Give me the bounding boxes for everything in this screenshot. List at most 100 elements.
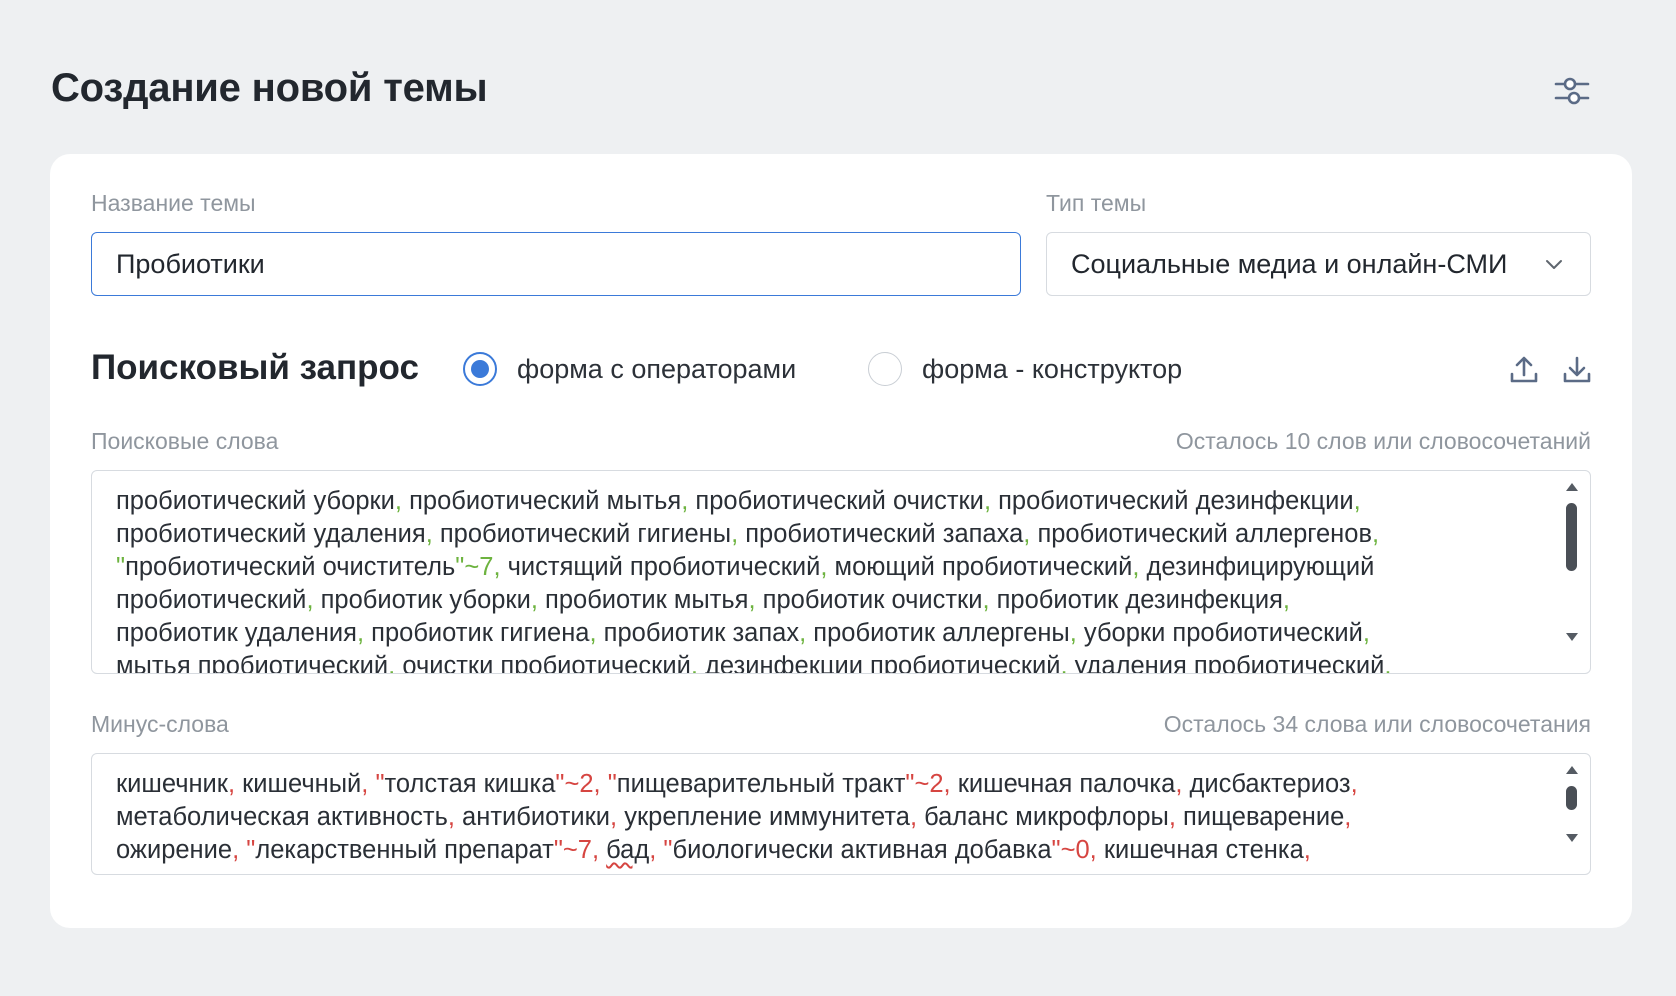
operator-token: , xyxy=(690,652,698,674)
operator-token: , xyxy=(227,770,236,798)
text-line: ожирение, "лекарственный препарат"~7, ба… xyxy=(116,834,1534,867)
word-token: кишечная палочка xyxy=(950,770,1176,798)
word-token: пробиотический гигиены xyxy=(432,520,732,548)
operator-token: , xyxy=(394,487,403,515)
search-words-label: Поисковые слова xyxy=(91,428,279,454)
search-words-scrollbar[interactable] xyxy=(1554,471,1590,673)
word-token: ожирение xyxy=(116,836,233,864)
text-line: "пробиотический очиститель"~7, чистящий … xyxy=(116,551,1534,584)
operator-token: , xyxy=(447,803,455,831)
word-token: пробиотик удаления xyxy=(116,619,357,647)
word-token: баланс микрофлоры xyxy=(917,803,1169,831)
word-token: пробиотический мытья xyxy=(402,487,682,515)
operator-token: , xyxy=(1344,803,1352,831)
operator-token: "~2 xyxy=(555,770,594,798)
scroll-up-icon[interactable] xyxy=(1566,766,1578,774)
topic-type-label: Тип темы xyxy=(1046,190,1147,216)
scroll-thumb[interactable] xyxy=(1566,503,1577,571)
word-token: кишечная стенка xyxy=(1096,836,1304,864)
word-token: пробиотик мытья xyxy=(537,586,749,614)
minus-words-textarea[interactable]: кишечник, кишечный, "толстая кишка"~2, "… xyxy=(91,753,1591,875)
operator-token: , xyxy=(1060,652,1068,674)
scroll-down-icon[interactable] xyxy=(1566,633,1578,641)
topic-type-value: Социальные медиа и онлайн-СМИ xyxy=(1071,248,1508,279)
download-icon xyxy=(1563,356,1591,383)
operator-token: , xyxy=(530,586,538,614)
chevron-down-icon xyxy=(1546,260,1562,269)
operator-token: " xyxy=(375,770,385,798)
text-line: пробиотический уборки, пробиотический мы… xyxy=(116,485,1534,518)
operator-token: , xyxy=(1089,836,1097,864)
word-token: пробиотический очистки xyxy=(688,487,984,515)
operator-token: , xyxy=(1168,803,1176,831)
text-line: пробиотический удаления, пробиотический … xyxy=(116,518,1534,551)
word-token: мытья пробиотический xyxy=(116,652,389,674)
operator-token: , xyxy=(1282,586,1291,614)
search-words-text: пробиотический уборки, пробиотический мы… xyxy=(116,485,1534,674)
text-line: мытья пробиотический, очистки пробиотиче… xyxy=(116,650,1534,674)
operator-token: , xyxy=(1350,770,1358,798)
topic-type-select[interactable]: Социальные медиа и онлайн-СМИ xyxy=(1046,232,1591,296)
search-query-title: Поисковый запрос xyxy=(91,348,419,387)
operator-token: , xyxy=(1384,652,1392,674)
topic-name-input[interactable] xyxy=(91,232,1021,296)
download-button[interactable] xyxy=(1557,350,1597,390)
scroll-down-icon[interactable] xyxy=(1566,834,1578,842)
operator-token: " xyxy=(116,553,126,581)
word-token: пищеварительный тракт xyxy=(616,770,906,798)
operator-token: , xyxy=(306,586,314,614)
page-title: Создание новой темы xyxy=(51,66,488,110)
word-token: пробиотический запаха xyxy=(738,520,1024,548)
upload-icon xyxy=(1510,356,1538,383)
minus-words-scrollbar[interactable] xyxy=(1554,754,1590,874)
word-token: дезинфекции пробиотический xyxy=(697,652,1061,674)
word-token: удаления пробиотический xyxy=(1067,652,1385,674)
word-token xyxy=(601,770,608,798)
operator-token: , xyxy=(591,836,600,864)
text-line: пробиотический, пробиотик уборки, пробио… xyxy=(116,584,1534,617)
search-words-textarea[interactable]: пробиотический уборки, пробиотический мы… xyxy=(91,470,1591,674)
word-token: пробиотический аллергенов xyxy=(1030,520,1372,548)
operator-token: " xyxy=(246,836,256,864)
operator-token: "~0 xyxy=(1051,836,1090,864)
radio-operators-label: форма с операторами xyxy=(517,353,797,384)
scroll-thumb[interactable] xyxy=(1566,786,1577,810)
word-token: очистки пробиотический xyxy=(395,652,691,674)
operator-token: , xyxy=(1303,836,1311,864)
word-token: пищеварение xyxy=(1175,803,1345,831)
scroll-up-icon[interactable] xyxy=(1566,483,1578,491)
radio-builder-mode[interactable]: форма - конструктор xyxy=(868,352,1182,386)
sliders-icon xyxy=(1554,77,1590,105)
word-token: пробиотик уборки xyxy=(313,586,531,614)
text-line: метаболическая активность, антибиотики, … xyxy=(116,801,1534,834)
radio-builder-label: форма - конструктор xyxy=(922,353,1183,384)
misspelled-word: бад xyxy=(606,836,650,864)
word-token: пробиотик запах xyxy=(596,619,800,647)
search-words-counter: Осталось 10 слов или словосочетаний xyxy=(1175,428,1591,454)
minus-words-text: кишечник, кишечный, "толстая кишка"~2, "… xyxy=(116,768,1534,867)
operator-token: , xyxy=(493,553,501,581)
word-token: пробиотический дезинфекции xyxy=(991,487,1354,515)
word-token: пробиотик дезинфекция xyxy=(989,586,1283,614)
upload-button[interactable] xyxy=(1504,350,1544,390)
operator-token: "~7 xyxy=(553,836,592,864)
word-token: пробиотик гигиена xyxy=(364,619,590,647)
filter-settings-button[interactable] xyxy=(1548,68,1596,116)
minus-words-label: Минус-слова xyxy=(91,711,229,737)
word-token: укрепление иммунитета xyxy=(617,803,910,831)
word-token: пробиотик очистки xyxy=(755,586,983,614)
word-token: пробиотический уборки xyxy=(116,487,395,515)
operator-token: "~7 xyxy=(455,553,494,581)
radio-unchecked-icon xyxy=(868,352,902,386)
word-token: кишечник xyxy=(116,770,228,798)
word-token: антибиотики xyxy=(454,803,611,831)
minus-words-counter: Осталось 34 слова или словосочетания xyxy=(1163,711,1591,737)
operator-token: , xyxy=(982,586,990,614)
operator-token: , xyxy=(589,619,597,647)
radio-checked-icon xyxy=(463,352,497,386)
operator-token: , xyxy=(909,803,918,831)
radio-operators-mode[interactable]: форма с операторами xyxy=(463,352,796,386)
operator-token: , xyxy=(425,520,433,548)
word-token: биологически активная добавка xyxy=(672,836,1052,864)
text-line: пробиотик удаления, пробиотик гигиена, п… xyxy=(116,617,1534,650)
